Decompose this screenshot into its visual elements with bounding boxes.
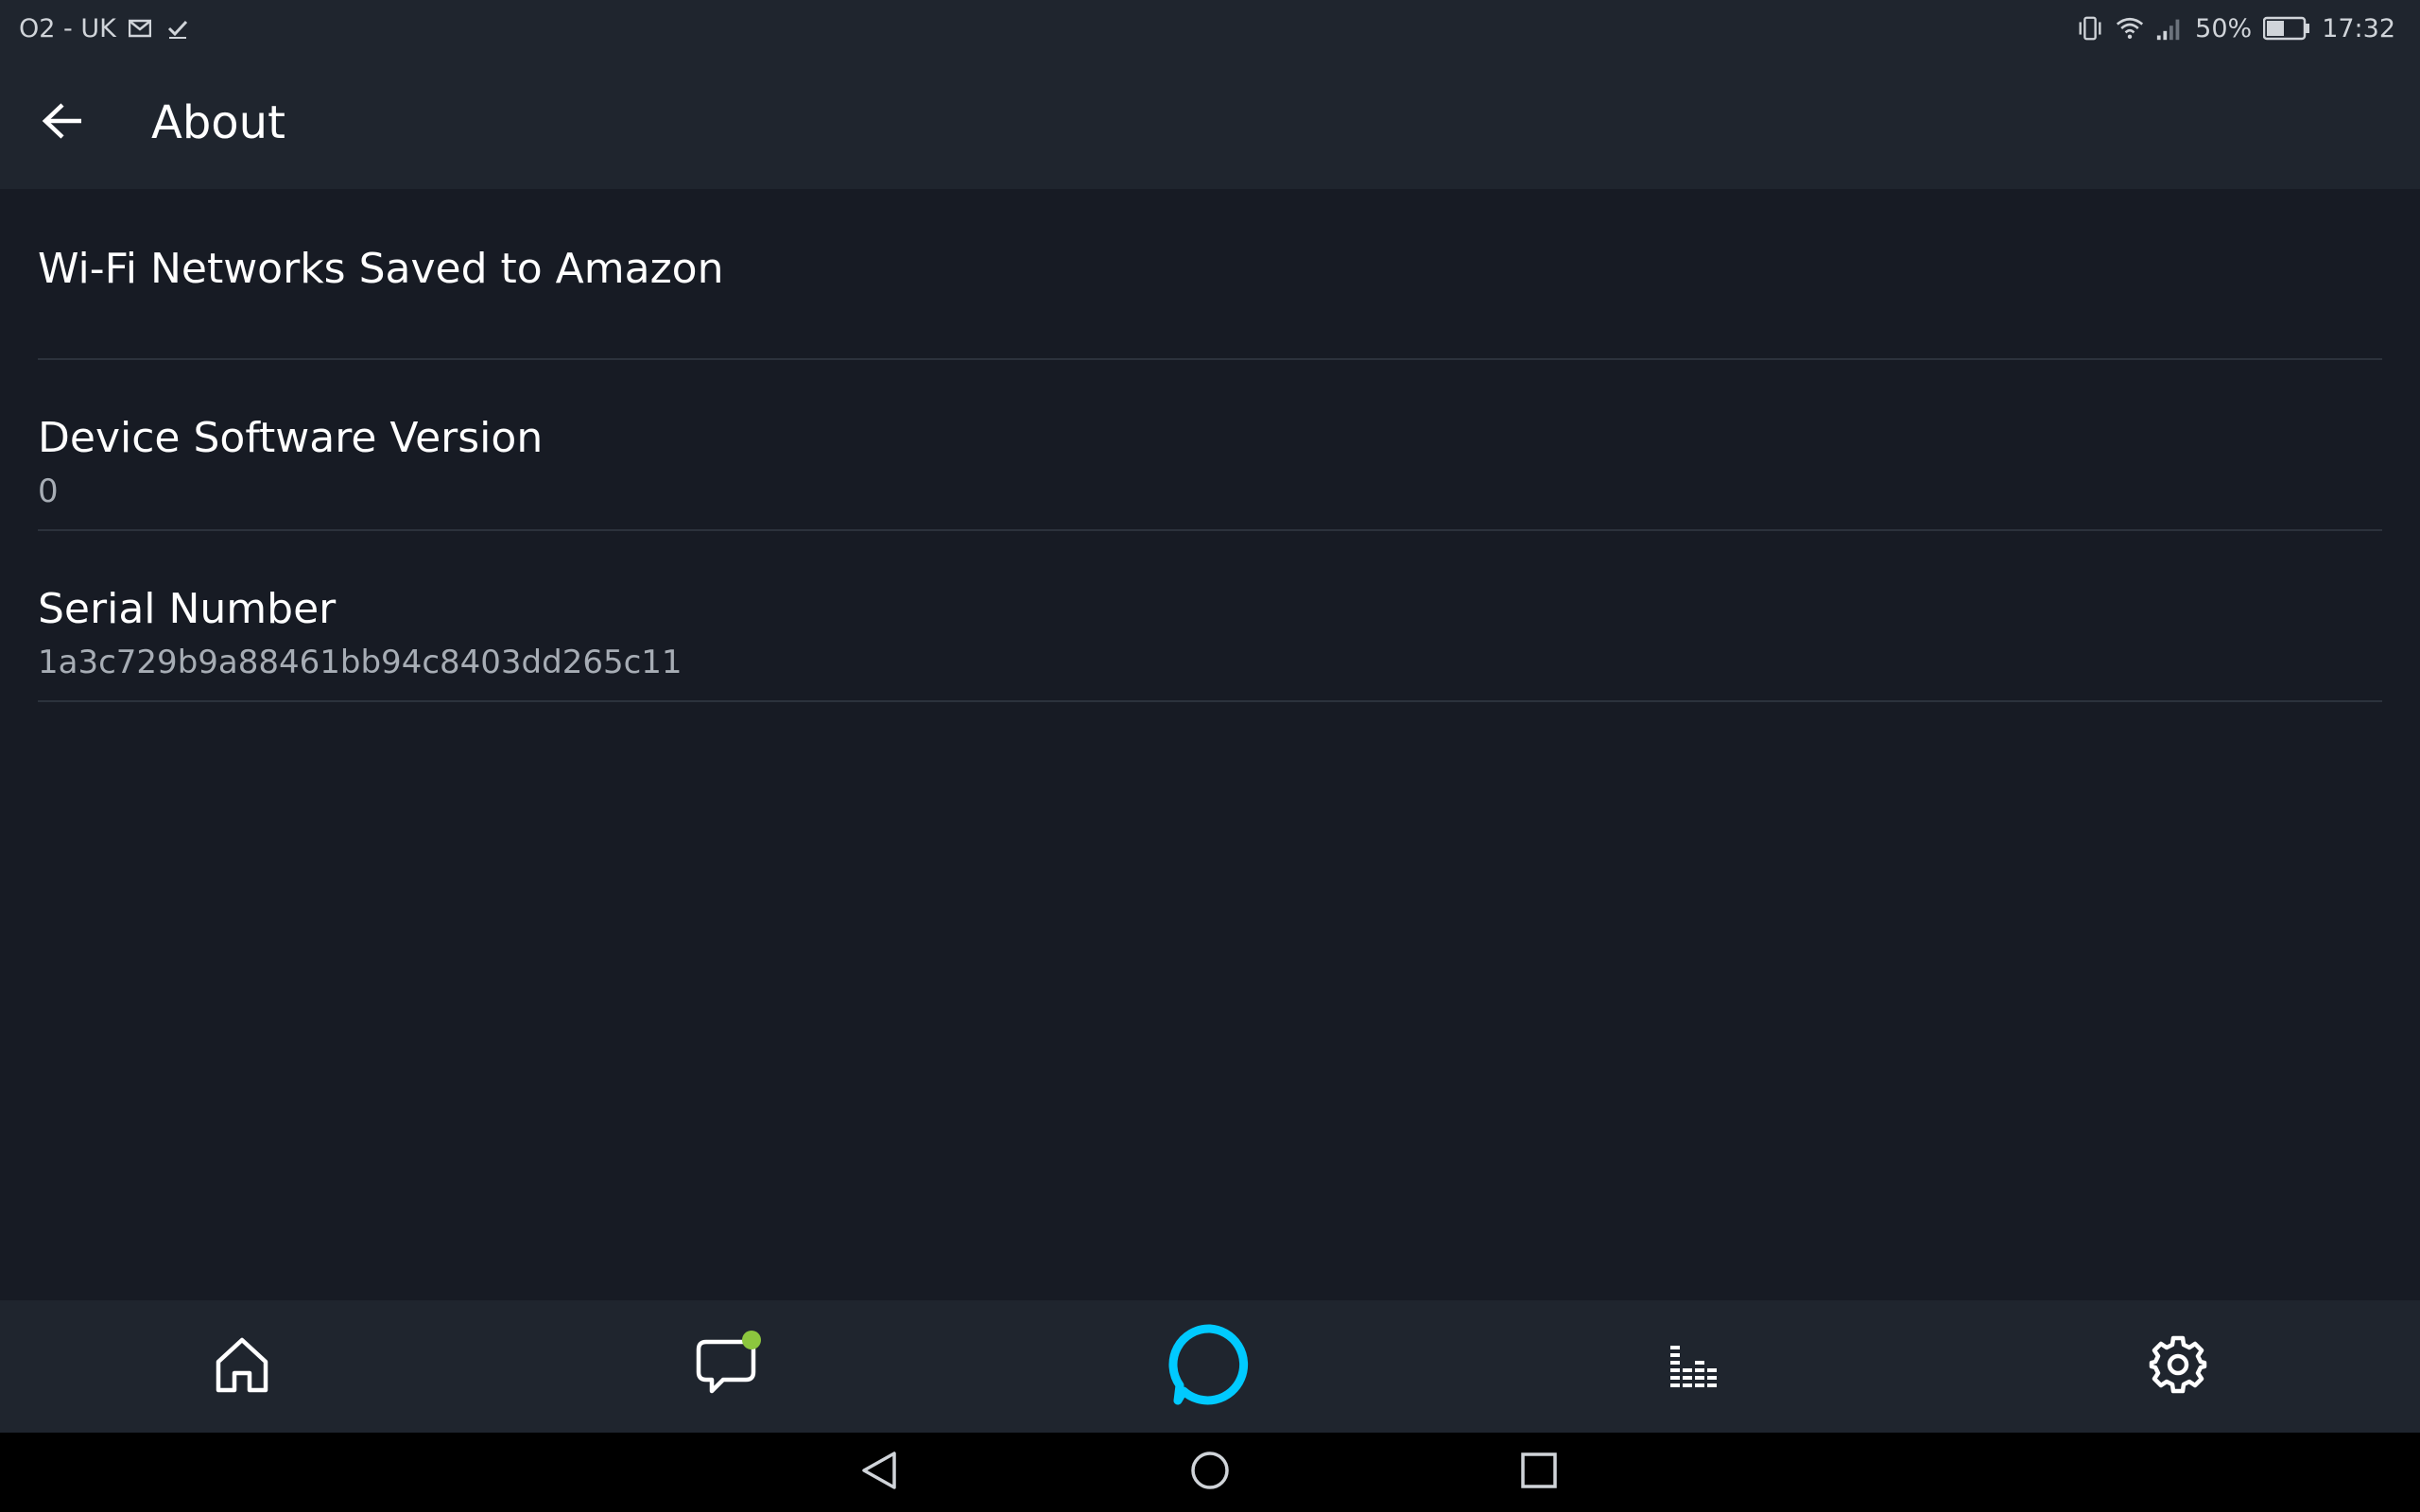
software-version-item: Device Software Version 0 <box>38 360 2382 531</box>
home-icon <box>213 1335 271 1398</box>
notification-badge <box>742 1331 761 1349</box>
gmail-icon <box>126 14 154 43</box>
serial-number-title: Serial Number <box>38 585 337 633</box>
software-version-title: Device Software Version <box>38 414 544 462</box>
status-bar-right: 50% 17:32 <box>2076 14 2395 43</box>
serial-number-item: Serial Number 1a3c729b9a88461bb94c8403dd… <box>38 531 2382 702</box>
wifi-icon <box>2116 14 2144 43</box>
bottom-nav <box>0 1300 2420 1433</box>
gear-icon <box>2148 1334 2208 1399</box>
back-triangle-icon <box>860 1450 898 1495</box>
battery-icon <box>2263 14 2310 43</box>
nav-home-button[interactable] <box>176 1300 308 1433</box>
system-recents-button[interactable] <box>1492 1433 1586 1512</box>
software-version-value: 0 <box>38 472 59 510</box>
wifi-networks-item[interactable]: Wi-Fi Networks Saved to Amazon <box>38 189 2382 360</box>
clock: 17:32 <box>2322 13 2395 43</box>
recents-square-icon <box>1520 1452 1558 1493</box>
back-button[interactable] <box>21 80 106 165</box>
about-list: Wi-Fi Networks Saved to Amazon Device So… <box>38 189 2382 702</box>
nav-communicate-button[interactable] <box>660 1300 792 1433</box>
check-icon <box>164 14 192 43</box>
alexa-icon <box>1168 1323 1252 1410</box>
nav-alexa-button[interactable] <box>1144 1300 1276 1433</box>
battery-percent: 50% <box>2195 13 2253 43</box>
status-bar: O2 - UK 50% 17:32 <box>0 0 2420 57</box>
status-bar-left: O2 - UK <box>19 14 192 43</box>
nav-play-button[interactable] <box>1628 1300 1760 1433</box>
system-back-button[interactable] <box>832 1433 926 1512</box>
arrow-left-icon <box>42 102 85 144</box>
play-bars-icon <box>1668 1342 1720 1391</box>
serial-number-value: 1a3c729b9a88461bb94c8403dd265c11 <box>38 644 683 681</box>
nav-settings-button[interactable] <box>2112 1300 2244 1433</box>
wifi-networks-title: Wi-Fi Networks Saved to Amazon <box>38 245 724 293</box>
page-title: About <box>151 96 285 149</box>
chat-icon <box>695 1331 761 1397</box>
system-home-button[interactable] <box>1163 1433 1257 1512</box>
system-nav-bar <box>0 1433 2420 1512</box>
app-bar: About <box>0 57 2420 189</box>
vibrate-icon <box>2076 14 2104 43</box>
home-circle-icon <box>1189 1450 1231 1495</box>
signal-icon <box>2155 14 2184 43</box>
carrier-label: O2 - UK <box>19 13 116 43</box>
